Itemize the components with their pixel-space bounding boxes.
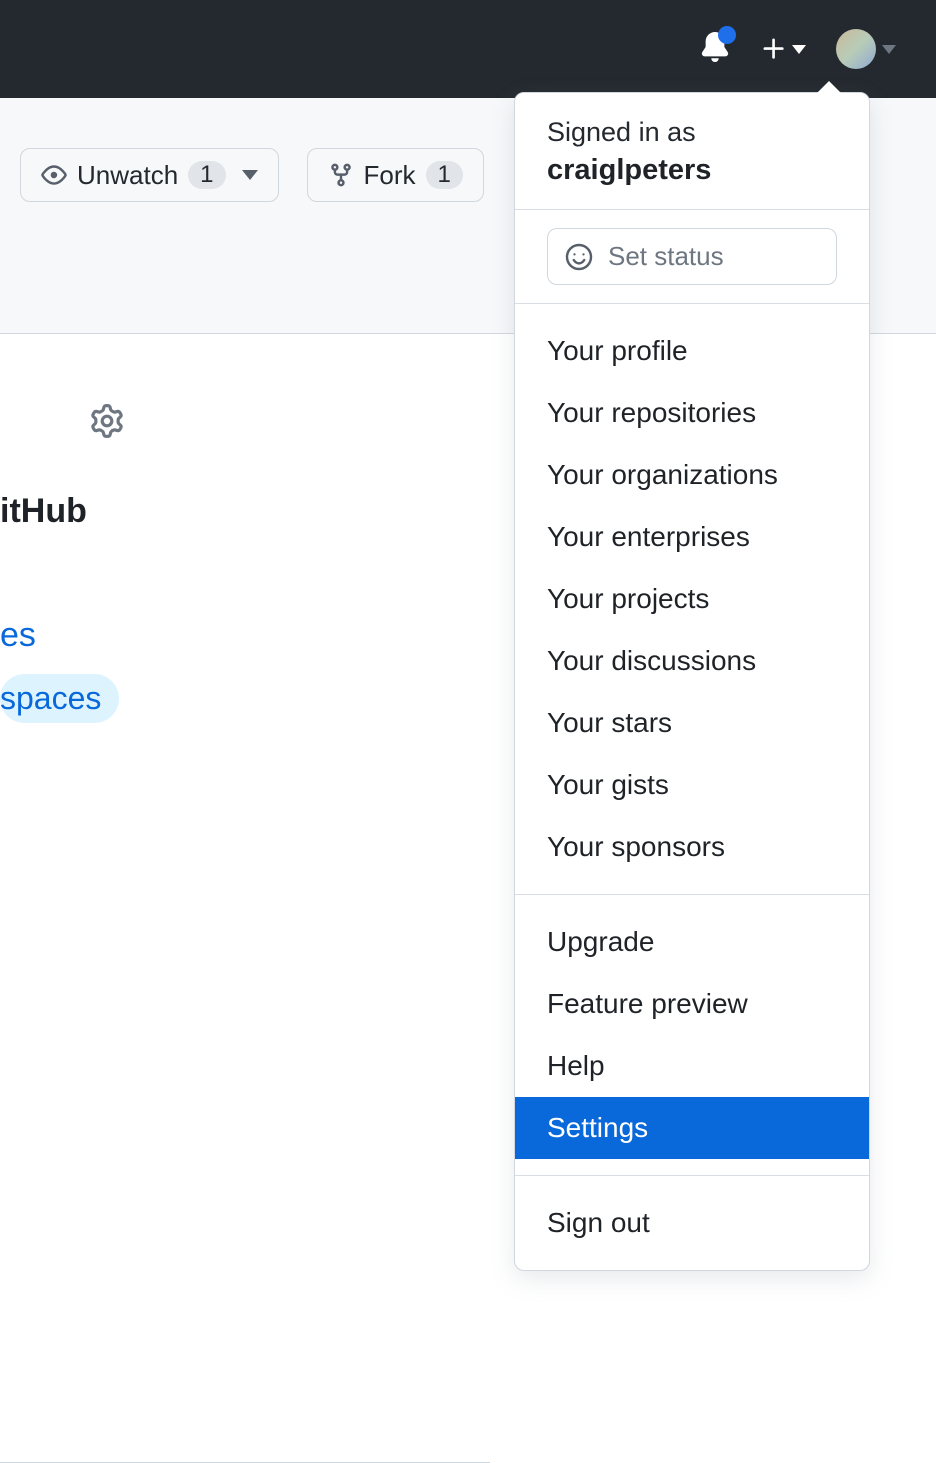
menu-item-your-enterprises[interactable]: Your enterprises	[515, 506, 869, 568]
eye-icon	[41, 162, 67, 188]
fork-label: Fork	[364, 160, 416, 191]
create-new-menu[interactable]	[760, 35, 806, 63]
partial-link-es[interactable]: es	[0, 616, 36, 655]
fork-icon	[328, 162, 354, 188]
notifications-button[interactable]	[700, 32, 730, 67]
menu-item-help[interactable]: Help	[515, 1035, 869, 1097]
unwatch-button[interactable]: Unwatch 1	[20, 148, 279, 202]
partial-text-ithub: itHub	[0, 492, 87, 531]
menu-item-your-repositories[interactable]: Your repositories	[515, 382, 869, 444]
unwatch-count: 1	[188, 161, 225, 189]
user-menu-button[interactable]	[836, 29, 896, 69]
menu-item-your-stars[interactable]: Your stars	[515, 692, 869, 754]
plus-icon	[760, 35, 788, 63]
menu-item-your-organizations[interactable]: Your organizations	[515, 444, 869, 506]
fork-button[interactable]: Fork 1	[307, 148, 484, 202]
dropdown-header: Signed in as craiglpeters	[515, 93, 869, 209]
unwatch-label: Unwatch	[77, 160, 178, 191]
caret-down-icon	[242, 170, 258, 180]
set-status-button[interactable]: Set status	[547, 228, 837, 285]
set-status-label: Set status	[608, 241, 724, 272]
smiley-icon	[564, 242, 594, 272]
partial-pill-spaces[interactable]: spaces	[0, 674, 119, 723]
menu-item-settings[interactable]: Settings	[515, 1097, 869, 1159]
menu-item-sign-out[interactable]: Sign out	[515, 1192, 869, 1254]
global-topbar	[0, 0, 936, 98]
gear-icon[interactable]	[90, 404, 124, 443]
user-dropdown-menu: Signed in as craiglpeters Set status You…	[514, 92, 870, 1271]
status-row: Set status	[515, 210, 869, 303]
notification-unread-dot	[718, 26, 736, 44]
caret-down-icon	[882, 45, 896, 54]
signed-in-label: Signed in as	[547, 117, 837, 148]
menu-item-your-profile[interactable]: Your profile	[515, 320, 869, 382]
menu-item-your-sponsors[interactable]: Your sponsors	[515, 816, 869, 878]
dropdown-group-signout: Sign out	[515, 1176, 869, 1270]
menu-item-feature-preview[interactable]: Feature preview	[515, 973, 869, 1035]
avatar	[836, 29, 876, 69]
menu-item-your-discussions[interactable]: Your discussions	[515, 630, 869, 692]
dropdown-group-your: Your profileYour repositoriesYour organi…	[515, 304, 869, 894]
fork-count: 1	[426, 161, 463, 189]
menu-item-upgrade[interactable]: Upgrade	[515, 911, 869, 973]
caret-down-icon	[792, 45, 806, 54]
menu-item-your-gists[interactable]: Your gists	[515, 754, 869, 816]
menu-item-your-projects[interactable]: Your projects	[515, 568, 869, 630]
dropdown-group-account: UpgradeFeature previewHelpSettings	[515, 895, 869, 1175]
signed-in-username: craiglpeters	[547, 154, 837, 187]
